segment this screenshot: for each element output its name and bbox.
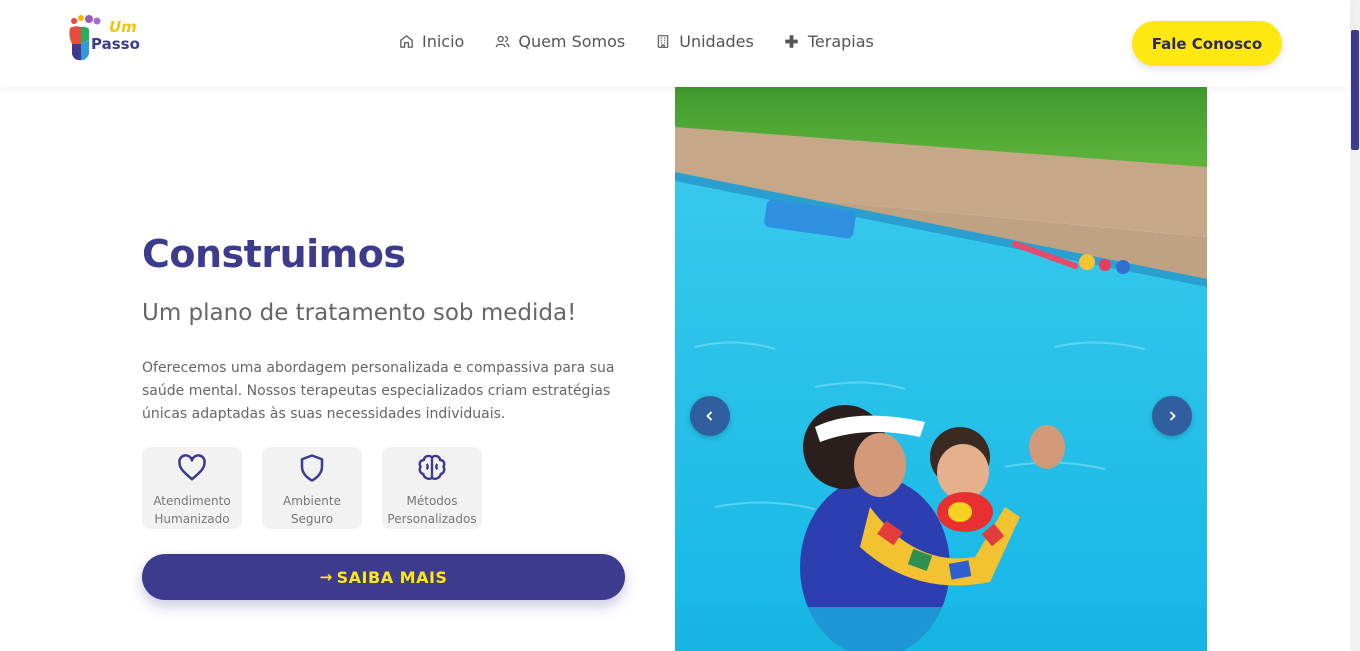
hero-description: Oferecemos uma abordagem personalizada e… — [142, 360, 615, 422]
main-nav: Inicio Quem Somos Unidades Terapias — [398, 32, 904, 51]
logo[interactable]: Um Passo — [67, 14, 147, 66]
brain-icon — [415, 451, 449, 485]
home-icon — [398, 34, 414, 50]
arrow-right-icon: → — [319, 568, 333, 586]
page-scrollbar[interactable] — [1350, 0, 1360, 651]
nav-item-quem-somos[interactable]: Quem Somos — [494, 32, 625, 51]
nav-item-inicio[interactable]: Inicio — [398, 32, 464, 51]
feature-label: Métodos Personalizados — [382, 492, 482, 528]
saiba-mais-button[interactable]: → SAIBA MAIS — [142, 554, 625, 600]
nav-item-label: Inicio — [422, 32, 465, 51]
pool-therapy-photo — [675, 87, 1207, 651]
feature-card-seguro: Ambiente Seguro — [262, 447, 362, 529]
users-icon — [494, 34, 510, 50]
feature-card-humanizado: Atendimento Humanizado — [142, 447, 242, 529]
building-icon — [655, 34, 671, 50]
logo-text-um: Um — [109, 18, 137, 36]
features-list: Atendimento Humanizado Ambiente Seguro M… — [142, 447, 502, 529]
hero-title: Construimos — [142, 232, 406, 276]
feature-label-line2: Personalizados — [387, 512, 477, 526]
feature-card-personalizados: Métodos Personalizados — [382, 447, 482, 529]
feature-label: Ambiente Seguro — [262, 492, 362, 528]
scrollbar-thumb[interactable] — [1351, 30, 1359, 150]
feature-label-line2: Seguro — [290, 512, 334, 526]
plus-icon — [784, 34, 800, 50]
chevron-left-icon — [706, 411, 713, 421]
feature-label-line1: Métodos — [406, 494, 458, 508]
nav-item-unidades[interactable]: Unidades — [655, 32, 754, 51]
site-header: Um Passo Inicio Quem Somos Unidades Tera… — [0, 0, 1350, 87]
contact-button[interactable]: Fale Conosco — [1132, 21, 1282, 66]
carousel-next-button[interactable] — [1152, 396, 1192, 436]
saiba-mais-label: SAIBA MAIS — [336, 567, 448, 587]
nav-item-label: Terapias — [807, 32, 874, 51]
hero-subtitle: Um plano de tratamento sob medida! — [142, 300, 577, 326]
nav-item-label: Quem Somos — [518, 32, 626, 51]
feature-label: Atendimento Humanizado — [142, 492, 242, 528]
logo-text-passo: Passo — [91, 35, 140, 53]
shield-icon — [295, 451, 329, 485]
pool-scene-image — [675, 87, 1207, 651]
nav-item-terapias[interactable]: Terapias — [784, 32, 874, 51]
nav-item-label: Unidades — [679, 32, 754, 51]
feature-label-line1: Atendimento — [153, 494, 231, 508]
carousel-prev-button[interactable] — [690, 396, 730, 436]
feature-label-line2: Humanizado — [154, 512, 230, 526]
heart-icon — [175, 451, 209, 485]
feature-label-line1: Ambiente — [283, 494, 341, 508]
chevron-right-icon — [1169, 411, 1176, 421]
